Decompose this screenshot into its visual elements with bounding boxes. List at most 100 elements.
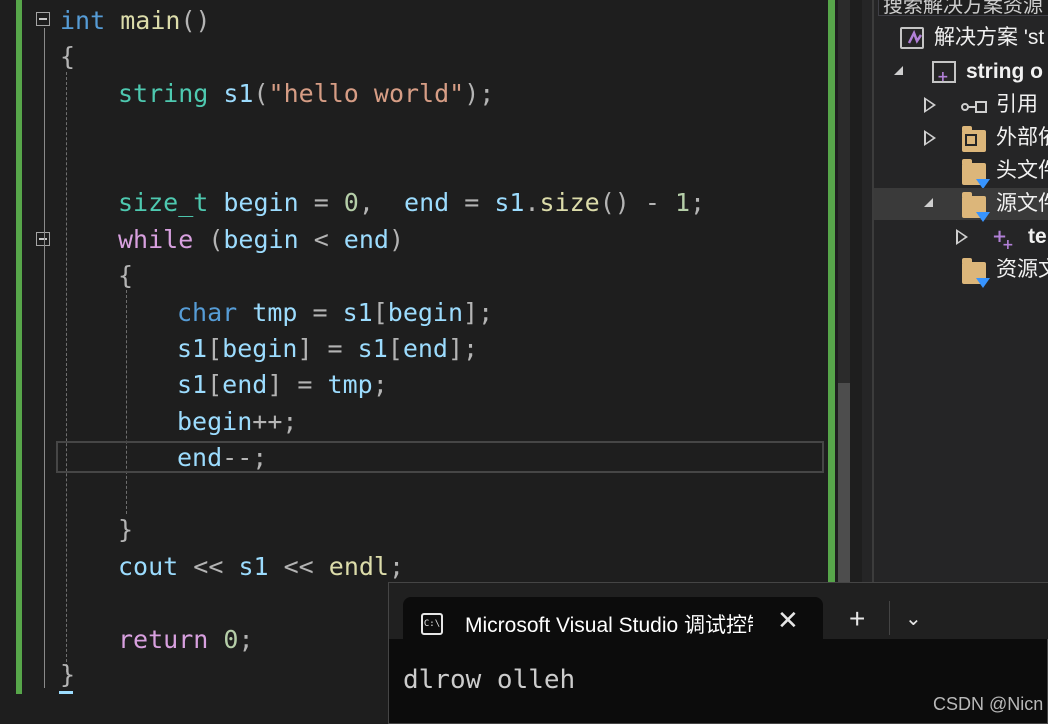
code-token: end [177, 443, 223, 472]
code-line[interactable]: s1[end] = tmp; [177, 370, 388, 400]
code-token: ); [464, 79, 495, 108]
code-token: << [268, 552, 329, 581]
code-line[interactable]: } [118, 515, 133, 545]
code-line[interactable]: string s1("hello world"); [118, 79, 494, 109]
code-token: begin [223, 188, 299, 217]
solution-search-input[interactable]: 搜索解决方案资源 [878, 0, 1048, 16]
new-tab-button[interactable]: + [849, 605, 865, 633]
code-token: ; [238, 625, 254, 654]
code-token: } [118, 515, 134, 544]
tree-item-project[interactable]: + string o [874, 56, 1048, 88]
filter-folder-icon [962, 258, 990, 288]
current-line-highlight [56, 441, 824, 473]
tree-item-resource-files[interactable]: 资源文 [874, 254, 1048, 288]
collapse-main-icon[interactable] [36, 12, 50, 26]
code-token: main [120, 6, 181, 35]
tree-item-external-deps[interactable]: 外部依 [874, 122, 1048, 154]
tree-item-label: 解决方案 'st [934, 26, 1045, 49]
tree-item-label: 头文件 [996, 159, 1048, 182]
code-token: ]; [447, 334, 479, 363]
tree-item-cpp-file[interactable]: + + te [874, 221, 1048, 253]
code-token: s1 [223, 79, 254, 108]
code-token: 1 [674, 188, 691, 217]
collapsed-arrow-icon[interactable] [924, 97, 936, 113]
tree-item-label: te [1028, 225, 1047, 248]
code-token: , [358, 188, 405, 217]
code-token: () [180, 6, 211, 35]
close-icon[interactable]: ✕ [777, 605, 799, 636]
expanded-arrow-icon[interactable] [894, 66, 903, 75]
code-line[interactable]: int main() [60, 6, 211, 36]
code-line[interactable]: end--; [177, 443, 267, 473]
code-line[interactable]: char tmp = s1[begin]; [177, 298, 493, 328]
code-token: [ [207, 334, 223, 363]
code-token: ( [253, 79, 269, 108]
code-token: end [343, 225, 389, 254]
cpp-file-icon: + + [992, 226, 1014, 253]
tab-divider [889, 601, 890, 635]
code-token: begin [177, 407, 253, 436]
expanded-arrow-icon[interactable] [924, 198, 933, 207]
code-token: s1 [342, 298, 373, 327]
code-line[interactable]: begin++; [177, 407, 297, 437]
code-token: size_t [118, 188, 209, 217]
code-token: ( [193, 225, 224, 254]
change-indicator-bar [16, 0, 22, 694]
code-token: end [222, 370, 268, 399]
filter-folder-icon [962, 192, 990, 222]
code-token: () - [599, 188, 675, 217]
tree-item-references[interactable]: 引用 [874, 89, 1048, 121]
code-line[interactable]: while (begin < end) [118, 225, 404, 255]
code-line[interactable]: return 0; [118, 625, 254, 655]
code-token: ] = [267, 370, 328, 399]
code-token: ; [690, 188, 706, 217]
code-token: s1 [238, 552, 269, 581]
tree-item-source-files[interactable]: 源文件 [874, 188, 1048, 222]
terminal-tab-title: Microsoft Visual Studio 调试控制台 [465, 614, 753, 637]
code-token: ; [388, 552, 405, 581]
code-line[interactable]: } [60, 660, 75, 690]
tree-item-solution[interactable]: 解决方案 'st [874, 22, 1048, 54]
indent-guide [126, 290, 127, 514]
code-line[interactable]: { [118, 261, 133, 291]
code-token: cout [118, 552, 179, 581]
code-token: . [524, 188, 540, 217]
code-token: return [118, 625, 209, 654]
scrollbar-thumb[interactable] [838, 383, 850, 593]
collapsed-arrow-icon[interactable] [956, 229, 968, 245]
change-indicator-right [828, 0, 835, 600]
code-token: { [118, 261, 134, 290]
code-token: s1 [177, 370, 208, 399]
tree-item-label: 源文件 [996, 192, 1048, 215]
external-deps-icon [962, 126, 986, 152]
terminal-icon: C:\ [421, 613, 443, 635]
chevron-down-icon[interactable]: ⌄ [905, 605, 922, 633]
code-token: 0 [223, 625, 239, 654]
code-token: ; [372, 370, 388, 399]
code-token: ++; [252, 407, 298, 436]
code-line[interactable]: cout << s1 << endl; [118, 552, 404, 582]
code-token: tmp [252, 298, 298, 327]
tree-item-label: 引用 [996, 93, 1038, 116]
terminal-tab[interactable]: C:\ Microsoft Visual Studio 调试控制台 ✕ [403, 597, 823, 651]
code-line[interactable]: s1[begin] = s1[end]; [177, 334, 478, 364]
collapsed-arrow-icon[interactable] [924, 130, 936, 146]
code-token: } [60, 660, 76, 689]
references-icon [960, 95, 987, 117]
code-token: s1 [494, 188, 525, 217]
terminal-output: dlrow olleh [403, 665, 576, 695]
code-token: "hello world" [268, 79, 465, 108]
tree-item-header-files[interactable]: 头文件 [874, 155, 1048, 189]
code-line[interactable]: { [60, 42, 75, 72]
code-token: [ [207, 370, 223, 399]
code-token: = [449, 188, 495, 217]
code-token: end [404, 188, 450, 217]
code-token: = [298, 188, 344, 217]
code-token: end [402, 334, 448, 363]
code-token: ]; [463, 298, 494, 327]
code-line[interactable]: size_t begin = 0, end = s1.size() - 1; [118, 188, 705, 218]
